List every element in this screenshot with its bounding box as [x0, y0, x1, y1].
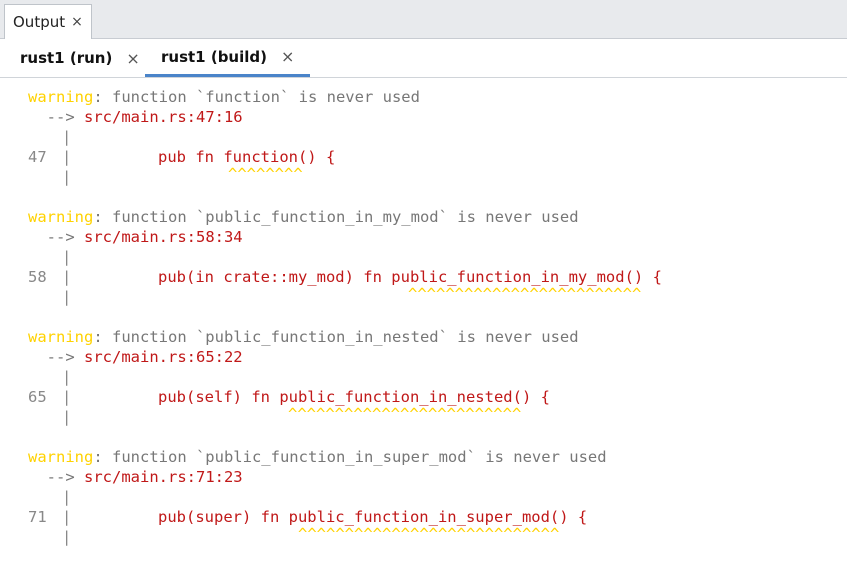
gutter-bar: | — [62, 388, 72, 406]
tab-label: rust1 (run) — [20, 49, 113, 67]
warning-line: warning: function `public_function_in_su… — [28, 447, 607, 467]
underline-marker: ^^^^^^^^ — [228, 165, 303, 183]
warning-message: : function `function` is never used — [93, 88, 420, 106]
gutter-bar: | — [62, 528, 72, 546]
close-icon[interactable]: × — [71, 15, 83, 29]
warning-level: warning — [28, 448, 94, 466]
gutter-bar: | — [62, 268, 72, 286]
underline-marker: ^^^^^^^^^^^^^^^^^^^^^^^^^^^^ — [298, 525, 560, 543]
underline-marker: ^^^^^^^^^^^^^^^^^^^^^^^^^ — [288, 405, 522, 423]
gutter-bar: | — [62, 128, 72, 146]
gutter-bar: | — [62, 408, 72, 426]
code-line: 71 — [28, 507, 47, 527]
warning-message: : function `public_function_in_my_mod` i… — [93, 208, 579, 226]
source-location-link[interactable]: src/main.rs:65:22 — [84, 348, 243, 366]
warning-line: warning: function `public_function_in_ne… — [28, 327, 579, 347]
warning-message: : function `public_function_in_super_mod… — [93, 448, 607, 466]
line-number: 47 — [28, 148, 47, 166]
location-line: --> src/main.rs:58:34 — [28, 227, 243, 247]
warning-level: warning — [28, 88, 94, 106]
gutter-bar: | — [62, 168, 72, 186]
gutter-bar: | — [62, 148, 72, 166]
close-icon[interactable]: × — [126, 49, 139, 68]
output-tab[interactable]: Output × — [4, 4, 92, 39]
source-location-link[interactable]: src/main.rs:58:34 — [84, 228, 243, 246]
line-number: 65 — [28, 388, 47, 406]
warning-level: warning — [28, 328, 94, 346]
gutter-bar: | — [62, 488, 72, 506]
line-number: 71 — [28, 508, 47, 526]
code-line: 65 — [28, 387, 47, 407]
underline-marker: ^^^^^^^^^^^^^^^^^^^^^^^^^ — [408, 285, 642, 303]
code-line: 47 — [28, 147, 47, 167]
code-line: 58 — [28, 267, 47, 287]
output-tabs: rust1 (run) × rust1 (build) × — [0, 39, 847, 78]
output-tab-label: Output — [13, 13, 66, 31]
arrow: --> — [28, 468, 84, 486]
gutter-bar: | — [62, 368, 72, 386]
gutter-bar: | — [62, 288, 72, 306]
warning-line: warning: function `function` is never us… — [28, 87, 420, 107]
line-number: 58 — [28, 268, 47, 286]
location-line: --> src/main.rs:71:23 — [28, 467, 243, 487]
warning-level: warning — [28, 208, 94, 226]
source-location-link[interactable]: src/main.rs:47:16 — [84, 108, 243, 126]
close-icon[interactable]: × — [281, 47, 294, 66]
gutter-bar: | — [62, 248, 72, 266]
tab-label: rust1 (build) — [161, 47, 267, 66]
arrow: --> — [28, 348, 84, 366]
location-line: --> src/main.rs:65:22 — [28, 347, 243, 367]
tab-rust1-build[interactable]: rust1 (build) × — [145, 39, 311, 77]
location-line: --> src/main.rs:47:16 — [28, 107, 243, 127]
source-location-link[interactable]: src/main.rs:71:23 — [84, 468, 243, 486]
tab-rust1-run[interactable]: rust1 (run) × — [20, 39, 140, 77]
warning-message: : function `public_function_in_nested` i… — [93, 328, 579, 346]
warning-line: warning: function `public_function_in_my… — [28, 207, 579, 227]
gutter-bar: | — [62, 508, 72, 526]
build-output-console[interactable]: warning: function `function` is never us… — [0, 78, 847, 561]
output-panel-header: Output × — [0, 0, 847, 39]
arrow: --> — [28, 228, 84, 246]
arrow: --> — [28, 108, 84, 126]
